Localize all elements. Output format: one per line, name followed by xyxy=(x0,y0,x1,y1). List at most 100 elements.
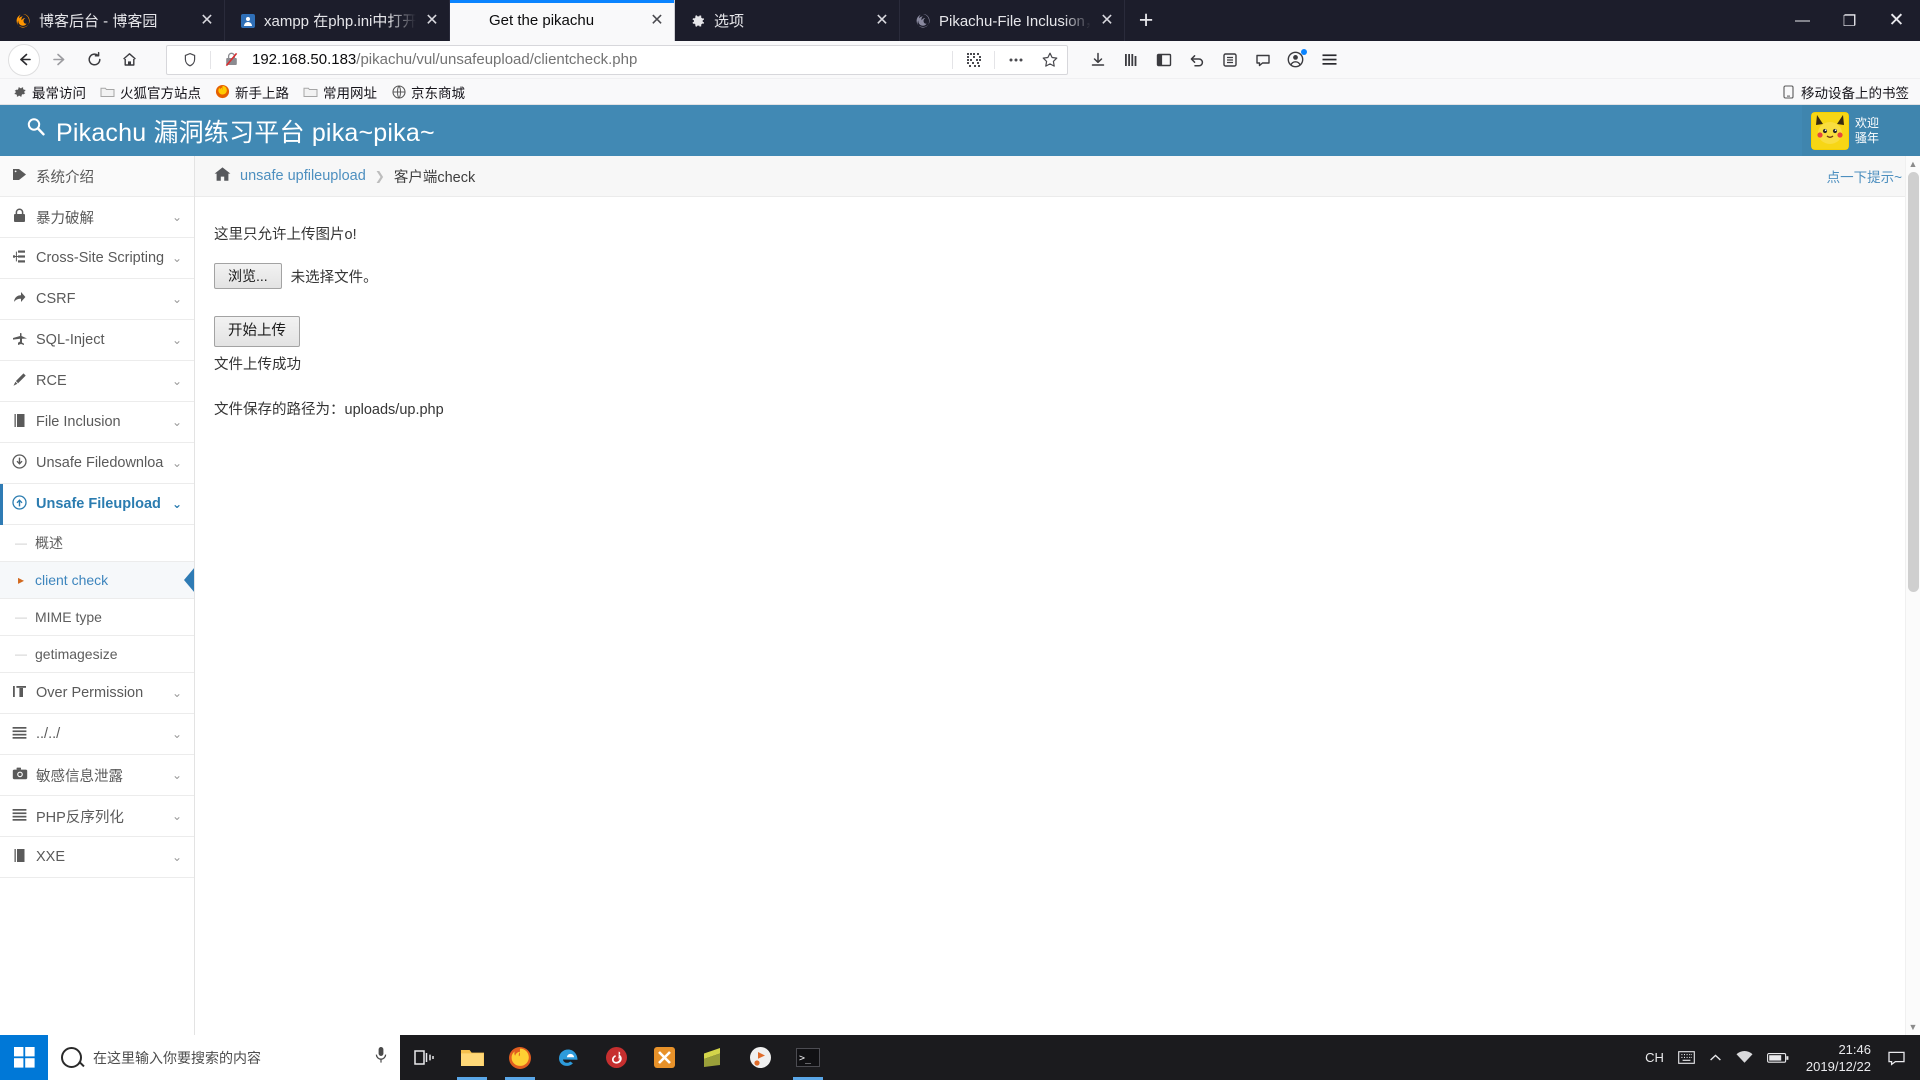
taskbar-file-explorer[interactable] xyxy=(448,1035,496,1080)
new-tab-button[interactable]: + xyxy=(1125,0,1167,41)
hamburger-icon[interactable] xyxy=(1313,44,1346,75)
sidebar-item-system-intro[interactable]: 系统介绍 xyxy=(0,156,194,197)
close-icon[interactable]: ✕ xyxy=(1098,12,1116,29)
sidebar-item-unsafe-filedownload[interactable]: Unsafe Filedownload ⌄ xyxy=(0,443,194,484)
qr-code-icon[interactable] xyxy=(960,47,987,73)
divider xyxy=(952,50,953,69)
taskbar-terminal[interactable]: >_ xyxy=(784,1035,832,1080)
scrollbar-thumb[interactable] xyxy=(1908,172,1919,592)
sidebar-subitem-mime-type[interactable]: ― MIME type xyxy=(0,599,194,636)
sidebar-item-over-permission[interactable]: Over Permission ⌄ xyxy=(0,673,194,714)
scroll-down-arrow[interactable]: ▼ xyxy=(1909,1019,1918,1035)
star-icon[interactable] xyxy=(1036,47,1063,73)
address-bar[interactable]: 192.168.50.183/pikachu/vul/unsafeupload/… xyxy=(166,44,1068,75)
close-icon[interactable]: ✕ xyxy=(198,12,216,29)
undo-icon[interactable] xyxy=(1181,44,1212,75)
browser-tab-3-active[interactable]: Get the pikachu ✕ xyxy=(450,0,675,41)
windows-icon[interactable] xyxy=(0,1035,48,1080)
wifi-icon[interactable] xyxy=(1729,1035,1760,1080)
shield-icon[interactable] xyxy=(176,47,203,73)
microphone-icon[interactable] xyxy=(374,1046,390,1069)
taskbar-firefox[interactable] xyxy=(496,1035,544,1080)
sidebar-subitem-overview[interactable]: ― 概述 xyxy=(0,525,194,562)
bookmark-firefox-official[interactable]: 火狐官方站点 xyxy=(95,80,206,104)
sidebar-item-rce[interactable]: RCE ⌄ xyxy=(0,361,194,402)
close-icon[interactable]: ✕ xyxy=(423,12,441,29)
browser-tab-4[interactable]: 选项 ✕ xyxy=(675,0,900,41)
close-icon[interactable]: ✕ xyxy=(648,12,666,29)
keyboard-icon[interactable] xyxy=(1671,1035,1702,1080)
sidebar-item-php-deserialization[interactable]: PHP反序列化 ⌄ xyxy=(0,796,194,837)
account-icon[interactable] xyxy=(1280,44,1311,75)
dash-icon: ― xyxy=(15,647,27,661)
minimize-button[interactable]: — xyxy=(1779,0,1826,41)
breadcrumb-link[interactable]: unsafe upfileupload xyxy=(240,168,366,184)
chevron-down-icon: ⌄ xyxy=(171,456,182,470)
sidebar-item-label: SQL-Inject xyxy=(36,332,105,348)
browse-button[interactable]: 浏览... xyxy=(214,263,282,289)
library-icon[interactable] xyxy=(1115,44,1146,75)
toolbar-icon-group xyxy=(1082,44,1346,75)
saved-path-message: 文件保存的路径为：uploads/up.php xyxy=(214,402,444,418)
sidebar-item-unsafe-fileupload[interactable]: Unsafe Fileupload ⌄ xyxy=(0,484,194,525)
page-scrollbar[interactable]: ▲ ▼ xyxy=(1905,156,1920,1035)
sidebar-item-xxe[interactable]: XXE ⌄ xyxy=(0,837,194,878)
tab-title: 博客后台 - 博客园 xyxy=(39,13,158,30)
pocket-icon[interactable] xyxy=(1214,44,1245,75)
bookmark-mobile-bookmarks[interactable]: 移动设备上的书签 xyxy=(1776,80,1913,104)
sidebar-item-sensitive-info[interactable]: 敏感信息泄露 ⌄ xyxy=(0,755,194,796)
forward-button[interactable] xyxy=(43,44,75,76)
taskbar-xampp[interactable] xyxy=(640,1035,688,1080)
bookmark-common-sites[interactable]: 常用网址 xyxy=(298,80,382,104)
chevron-down-icon: ⌄ xyxy=(171,809,182,823)
chevron-down-icon: ⌄ xyxy=(171,251,182,265)
url-host: 192.168.50.183 xyxy=(252,51,357,68)
maximize-button[interactable]: ❐ xyxy=(1826,0,1873,41)
clock[interactable]: 21:46 2019/12/22 xyxy=(1796,1041,1881,1075)
home-icon[interactable] xyxy=(214,166,231,186)
user-box[interactable]: 欢迎 骚年 xyxy=(1802,105,1920,156)
hint-link[interactable]: 点一下提示~ xyxy=(1827,166,1902,186)
close-icon[interactable]: ✕ xyxy=(873,12,891,29)
downloads-icon[interactable] xyxy=(1082,44,1113,75)
sidebar-item-label: File Inclusion xyxy=(36,414,121,430)
back-button[interactable] xyxy=(8,43,40,76)
sidebar-subitem-getimagesize[interactable]: ― getimagesize xyxy=(0,636,194,673)
taskbar-sublime[interactable] xyxy=(688,1035,736,1080)
scroll-up-arrow[interactable]: ▲ xyxy=(1909,156,1918,172)
taskbar-edge[interactable] xyxy=(544,1035,592,1080)
ime-indicator[interactable]: CH xyxy=(1638,1035,1671,1080)
notification-icon[interactable] xyxy=(1881,1049,1916,1066)
sidebar-item-file-inclusion[interactable]: File Inclusion ⌄ xyxy=(0,402,194,443)
search-input[interactable]: 在这里输入你要搜索的内容 xyxy=(48,1035,400,1080)
sidebar-item-directory-traversal[interactable]: ../../ ⌄ xyxy=(0,714,194,755)
bookmark-jd[interactable]: 京东商城 xyxy=(386,80,470,104)
taskbar-netease-music[interactable] xyxy=(592,1035,640,1080)
sidebar-item-csrf[interactable]: CSRF ⌄ xyxy=(0,279,194,320)
page-body: 系统介绍 暴力破解 ⌄ Cross-Site Scripting ⌄ CSRF … xyxy=(0,156,1920,1035)
browser-tab-1[interactable]: 博客后台 - 博客园 ✕ xyxy=(0,0,225,41)
ellipsis-icon[interactable] xyxy=(1002,47,1029,73)
chevron-up-icon[interactable] xyxy=(1702,1035,1729,1080)
sidebar-item-brute-force[interactable]: 暴力破解 ⌄ xyxy=(0,197,194,238)
tab-title: Pikachu-File Inclusion，Uns xyxy=(939,13,1091,30)
reload-button[interactable] xyxy=(78,44,110,76)
home-button[interactable] xyxy=(113,44,145,76)
sidebar-icon[interactable] xyxy=(1148,44,1179,75)
taskbar-burpsuite[interactable] xyxy=(736,1035,784,1080)
start-upload-button[interactable]: 开始上传 xyxy=(214,316,300,347)
bookmark-most-visited[interactable]: 最常访问 xyxy=(7,80,91,104)
firefox-icon xyxy=(13,11,32,30)
chat-icon[interactable] xyxy=(1247,44,1278,75)
browser-tab-2[interactable]: xampp 在php.ini中打开了再重 ✕ xyxy=(225,0,450,41)
battery-icon[interactable] xyxy=(1760,1035,1796,1080)
bookmark-newbie[interactable]: 新手上路 xyxy=(210,80,294,104)
broken-lock-icon[interactable] xyxy=(218,47,245,73)
sidebar-subitem-client-check[interactable]: ▸ client check xyxy=(0,562,194,599)
sidebar-item-xss[interactable]: Cross-Site Scripting ⌄ xyxy=(0,238,194,279)
task-view-icon[interactable] xyxy=(400,1035,448,1080)
close-window-button[interactable]: ✕ xyxy=(1873,0,1920,41)
sidebar-item-sql-inject[interactable]: SQL-Inject ⌄ xyxy=(0,320,194,361)
chevron-down-icon: ⌄ xyxy=(171,768,182,782)
browser-tab-5[interactable]: Pikachu-File Inclusion，Uns ✕ xyxy=(900,0,1125,41)
